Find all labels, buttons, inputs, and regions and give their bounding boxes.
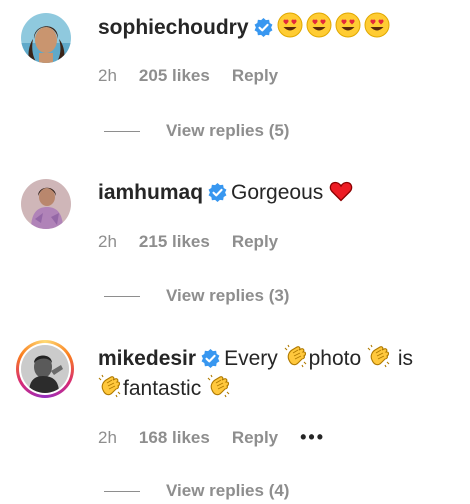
likes-count[interactable]: 205 likes [139, 66, 210, 85]
comments-list: sophiechoudry 2h 205 likes Reply View repl… [0, 0, 470, 504]
username[interactable]: iamhumaq [98, 181, 203, 204]
likes-count[interactable]: 168 likes [139, 428, 210, 447]
view-replies-button[interactable]: View replies (5) [104, 121, 289, 141]
view-replies-button[interactable]: View replies (4) [104, 481, 289, 501]
reply-button[interactable]: Reply [232, 232, 278, 251]
avatar[interactable] [21, 179, 71, 229]
red-heart-emoji-icon [329, 179, 353, 212]
likes-count[interactable]: 215 likes [139, 232, 210, 251]
comment-body-part: photo [308, 347, 362, 370]
view-replies-label: View replies (3) [166, 286, 290, 305]
heart-eyes-emoji-icon [277, 12, 303, 47]
comment-text: iamhumaq Gorgeous [98, 178, 353, 212]
view-replies-button[interactable]: View replies (3) [104, 286, 289, 306]
clapping-hands-emoji-icon [284, 344, 309, 378]
comment-body-part: fantastic [123, 377, 202, 400]
timestamp: 2h [98, 66, 117, 85]
comment-body: Gorgeous [231, 181, 324, 204]
reply-button[interactable]: Reply [232, 66, 278, 85]
divider-line [104, 131, 140, 133]
comment-text-continued: fantastic [98, 374, 232, 408]
reply-button[interactable]: Reply [232, 428, 278, 447]
clapping-hands-emoji-icon [207, 374, 232, 408]
clapping-hands-emoji-icon [367, 344, 392, 378]
view-replies-label: View replies (4) [166, 481, 290, 500]
username[interactable]: mikedesir [98, 347, 196, 370]
avatar[interactable] [21, 345, 69, 393]
heart-eyes-emoji-icon [306, 12, 332, 47]
timestamp: 2h [98, 232, 117, 251]
comment-meta: 2h 215 likes Reply [98, 232, 300, 252]
heart-eyes-emoji-icon [335, 12, 361, 47]
comment-meta: 2h 205 likes Reply [98, 66, 300, 86]
divider-line [104, 296, 140, 298]
more-options-icon[interactable]: ••• [300, 427, 325, 448]
username[interactable]: sophiechoudry [98, 16, 249, 39]
comment-body-part: is [397, 347, 414, 370]
story-ring[interactable] [16, 340, 74, 398]
timestamp: 2h [98, 428, 117, 447]
avatar[interactable] [21, 13, 71, 63]
verified-badge-icon [201, 347, 220, 377]
comment-body-part: Every [224, 347, 278, 370]
comment-text: sophiechoudry [98, 12, 390, 47]
verified-badge-icon [254, 16, 273, 46]
comment-meta: 2h 168 likes Reply ••• [98, 427, 347, 448]
divider-line [104, 491, 140, 493]
comment-text: mikedesir Every photo is [98, 344, 413, 378]
heart-eyes-emoji-icon [364, 12, 390, 47]
verified-badge-icon [208, 181, 227, 211]
view-replies-label: View replies (5) [166, 121, 290, 140]
clapping-hands-emoji-icon [98, 374, 123, 408]
